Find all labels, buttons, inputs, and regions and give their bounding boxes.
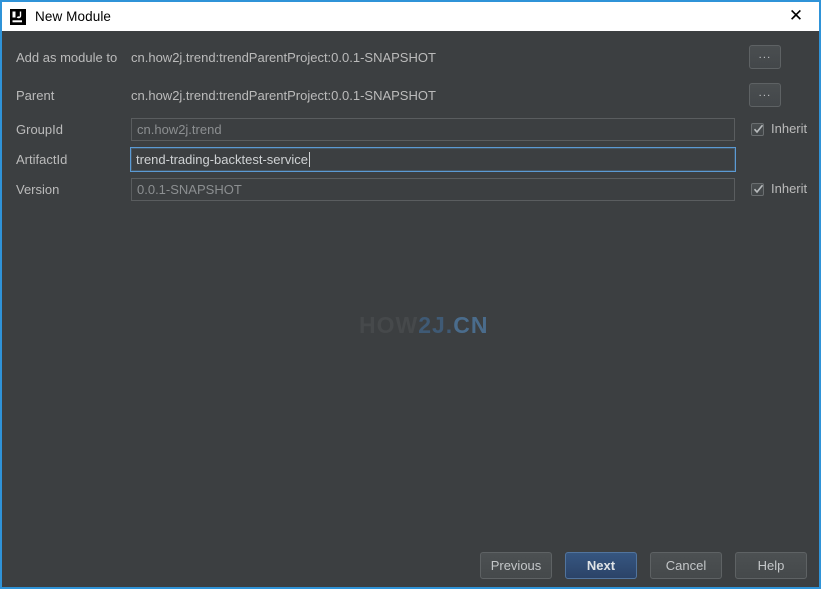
browse-button-add-as-module-to[interactable]: ... [749, 45, 781, 69]
watermark-part1: HOW [359, 312, 419, 338]
inherit-checkbox-version[interactable] [751, 182, 764, 196]
cancel-button[interactable]: Cancel [650, 552, 722, 579]
label-parent: Parent [16, 88, 55, 103]
version-input[interactable]: 0.0.1-SNAPSHOT [131, 178, 735, 201]
text-caret [308, 152, 310, 167]
dialog-body: Add as module to cn.how2j.trend:trendPar… [2, 31, 819, 587]
groupid-input[interactable]: cn.how2j.trend [131, 118, 735, 141]
value-parent: cn.how2j.trend:trendParentProject:0.0.1-… [131, 88, 436, 103]
inherit-checkbox-version-row[interactable]: Inherit [751, 181, 807, 197]
inherit-label-version: Inherit [771, 181, 808, 196]
artifactid-input-value: trend-trading-backtest-service [136, 152, 308, 167]
previous-button[interactable]: Previous [480, 552, 552, 579]
label-version: Version [16, 182, 60, 197]
artifactid-input[interactable]: trend-trading-backtest-service [130, 147, 736, 172]
inherit-checkbox-groupid-row[interactable]: Inherit [751, 121, 807, 137]
label-artifactid: ArtifactId [16, 152, 68, 167]
next-button[interactable]: Next [565, 552, 637, 579]
close-icon[interactable]: ✕ [773, 2, 819, 31]
dialog-title: New Module [35, 9, 112, 24]
intellij-idea-icon [10, 8, 26, 25]
label-groupid: GroupId [16, 122, 63, 137]
inherit-checkbox-groupid[interactable] [751, 122, 764, 136]
label-add-as-module-to: Add as module to [16, 50, 118, 65]
title-bar: New Module ✕ [2, 2, 819, 31]
browse-button-parent[interactable]: ... [749, 83, 781, 107]
value-add-as-module-to: cn.how2j.trend:trendParentProject:0.0.1-… [131, 50, 436, 65]
watermark: HOW2J.CN [359, 312, 488, 339]
inherit-label-groupid: Inherit [771, 121, 808, 136]
new-module-dialog: New Module ✕ Add as module to cn.how2j.t… [0, 0, 821, 589]
help-button[interactable]: Help [735, 552, 807, 579]
watermark-part2: 2J. [418, 312, 454, 338]
watermark-part3: CN [453, 312, 489, 338]
